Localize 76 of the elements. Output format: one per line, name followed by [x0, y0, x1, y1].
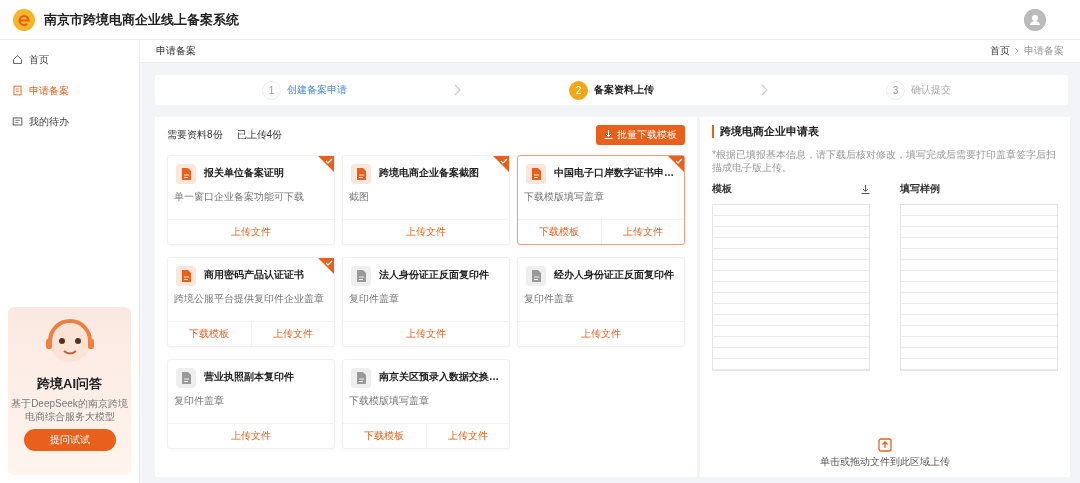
step-label: 创建备案申请 — [287, 83, 347, 97]
panel-title: 跨境电商企业申请表 — [712, 125, 1058, 138]
card-action-link[interactable]: 上传文件 — [425, 424, 509, 448]
sidebar-item[interactable]: 申请备案 — [0, 75, 139, 106]
card-description: 复印件盖章 — [174, 395, 224, 406]
batch-download-button[interactable]: 批量下载模板 — [596, 125, 685, 145]
download-icon[interactable] — [861, 184, 870, 194]
material-card[interactable]: 报关单位备案证明 单一窗口企业备案功能可下载 上传文件 — [167, 155, 335, 245]
avatar-icon[interactable] — [1024, 8, 1046, 31]
card-title: 法人身份证正反面复印件 — [379, 268, 489, 282]
step-label: 确认提交 — [911, 83, 951, 97]
material-card[interactable]: 营业执照副本复印件 复印件盖章 上传文件 — [167, 359, 335, 449]
uploaded-count: 已上传4份 — [236, 128, 283, 142]
home-icon — [12, 54, 23, 65]
card-title: 商用密码产品认证证书 — [204, 268, 304, 282]
file-icon — [526, 266, 546, 286]
list-icon — [12, 116, 23, 127]
material-card[interactable]: 经办人身份证正反面复印件 复印件盖章 上传文件 — [517, 257, 685, 347]
sidebar-item[interactable]: 首页 — [0, 44, 139, 75]
card-action-link[interactable]: 上传文件 — [518, 322, 684, 346]
material-card[interactable]: 商用密码产品认证证书 跨境公服平台提供复印件企业盖章 下载模板 上传文件 — [167, 257, 335, 347]
file-icon — [351, 266, 371, 286]
logo-icon — [12, 7, 36, 32]
breadcrumb-item[interactable]: 首页 — [990, 44, 1010, 58]
card-action-link[interactable]: 下载模板 — [343, 424, 426, 448]
card-description: 复印件盖章 — [524, 293, 574, 304]
card-title: 南京关区预录入数据交换… — [379, 370, 499, 384]
chevron-icon — [1014, 47, 1020, 55]
breadcrumb-item: 申请备案 — [1024, 44, 1064, 58]
card-action-link[interactable]: 上传文件 — [168, 220, 334, 244]
card-title: 报关单位备案证明 — [204, 166, 284, 180]
material-card[interactable]: 中国电子口岸数字证书申… 下载模版填写盖章 下载模板 上传文件 — [517, 155, 685, 245]
card-description: 下载模版填写盖章 — [349, 395, 429, 406]
file-icon — [351, 164, 371, 184]
card-action-link[interactable]: 上传文件 — [600, 220, 684, 244]
card-action-link[interactable]: 下载模板 — [518, 220, 601, 244]
file-icon — [526, 164, 546, 184]
step-label: 备案资料上传 — [594, 83, 654, 97]
card-title: 中国电子口岸数字证书申… — [554, 166, 674, 180]
card-title: 经办人身份证正反面复印件 — [554, 268, 674, 282]
file-icon — [176, 164, 196, 184]
ai-card-description: 基于DeepSeek的南京跨境电商综合服务大模型 — [10, 397, 129, 423]
file-icon — [351, 368, 371, 388]
page-title: 申请备案 — [156, 44, 196, 58]
app-title: 南京市跨境电商企业线上备案系统 — [44, 10, 239, 29]
card-action-link[interactable]: 上传文件 — [168, 424, 334, 448]
chevron-icon — [761, 84, 769, 96]
step-number: 2 — [569, 80, 588, 100]
material-card[interactable]: 法人身份证正反面复印件 复印件盖章 上传文件 — [342, 257, 510, 347]
file-icon — [176, 266, 196, 286]
card-action-link[interactable]: 上传文件 — [343, 322, 509, 346]
upload-hint: 单击或拖动文件到此区域上传 — [820, 455, 950, 469]
card-title: 跨境电商企业备案截图 — [379, 166, 479, 180]
upload-icon[interactable] — [878, 438, 892, 452]
card-description: 跨境公服平台提供复印件企业盖章 — [174, 293, 324, 304]
ai-card-title: 跨境AI问答 — [37, 375, 102, 393]
card-action-link[interactable]: 上传文件 — [250, 322, 334, 346]
material-card[interactable]: 南京关区预录入数据交换… 下载模版填写盖章 下载模板 上传文件 — [342, 359, 510, 449]
document-icon — [12, 85, 23, 96]
sidebar-item[interactable]: 我的待办 — [0, 106, 139, 137]
required-count: 需要资料8份 — [167, 128, 223, 142]
sample-label: 填写样例 — [900, 182, 940, 196]
card-description: 复印件盖章 — [349, 293, 399, 304]
template-label: 模板 — [712, 182, 732, 196]
download-icon — [604, 130, 613, 139]
ask-button[interactable]: 提问试试 — [23, 429, 116, 451]
card-action-link[interactable]: 下载模板 — [168, 322, 251, 346]
chevron-icon — [454, 84, 462, 96]
instruction-text: *根据已填报基本信息，请下载后核对修改，填写完成后需要打印盖章签字后扫描成电子版上传。 — [712, 148, 1057, 174]
material-card[interactable]: 跨境电商企业备案截图 截图 上传文件 — [342, 155, 510, 245]
card-description: 单一窗口企业备案功能可下载 — [174, 191, 304, 202]
file-icon — [176, 368, 196, 388]
card-action-link[interactable]: 上传文件 — [343, 220, 509, 244]
card-title: 营业执照副本复印件 — [204, 370, 294, 384]
card-description: 截图 — [349, 191, 369, 202]
card-description: 下载模版填写盖章 — [524, 191, 604, 202]
